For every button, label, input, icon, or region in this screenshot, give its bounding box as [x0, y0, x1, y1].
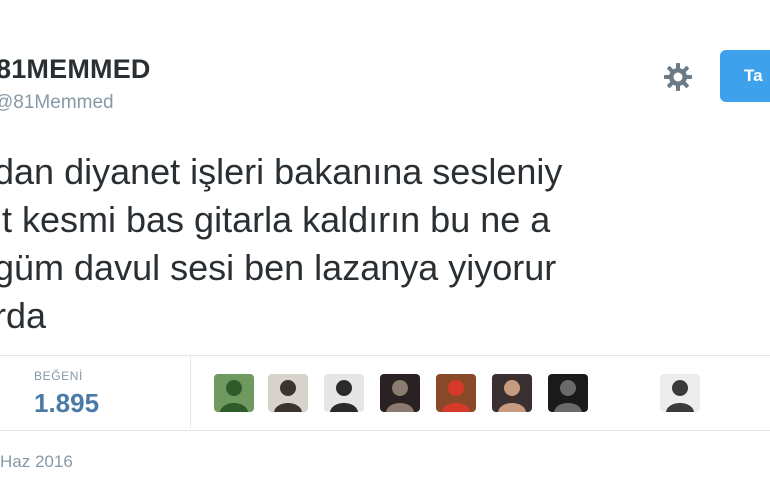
avatar-silhouette: [442, 380, 470, 412]
avatar-silhouette: [274, 380, 302, 412]
user-handle[interactable]: @81Memmed: [0, 92, 114, 114]
avatar-silhouette: [220, 380, 248, 412]
avatar-silhouette: [666, 380, 694, 412]
avatar-silhouette: [330, 380, 358, 412]
likes-label[interactable]: BEĞENİ: [34, 369, 83, 383]
stats-bottom-divider: [0, 430, 770, 431]
tweet-line: güm davul sesi ben lazanya yiyorur: [0, 247, 557, 288]
liker-avatar[interactable]: [324, 374, 364, 412]
display-name[interactable]: 81MEMMED: [0, 54, 151, 85]
tweet-text: dan diyanet işleri bakanına sesleniy it …: [0, 148, 770, 340]
tweet-header: 81MEMMED @81Memmed Ta: [0, 0, 770, 120]
liker-avatar[interactable]: [492, 374, 532, 412]
liker-avatar[interactable]: [548, 374, 588, 412]
liker-avatar[interactable]: [214, 374, 254, 412]
tweet-line: dan diyanet işleri bakanına sesleniy: [0, 151, 563, 192]
liker-avatar[interactable]: [436, 374, 476, 412]
avatar-silhouette: [498, 380, 526, 412]
liker-avatar[interactable]: [268, 374, 308, 412]
avatar-silhouette: [554, 380, 582, 412]
avatar-silhouette: [386, 380, 414, 412]
tweet-timestamp[interactable]: Haz 2016: [0, 452, 73, 472]
gear-icon-graphic: [664, 63, 692, 91]
tweet-line: it kesmi bas gitarla kaldırın bu ne a: [0, 199, 551, 240]
liker-avatars: [214, 374, 754, 414]
tweet-line: rda: [0, 295, 47, 336]
stats-vertical-divider: [190, 356, 191, 428]
stats-top-divider: [0, 355, 770, 356]
liker-avatar[interactable]: [380, 374, 420, 412]
gear-icon[interactable]: [660, 60, 696, 94]
likes-count[interactable]: 1.895: [34, 388, 99, 419]
follow-button[interactable]: Ta: [720, 50, 770, 102]
liker-avatar[interactable]: [660, 374, 700, 412]
